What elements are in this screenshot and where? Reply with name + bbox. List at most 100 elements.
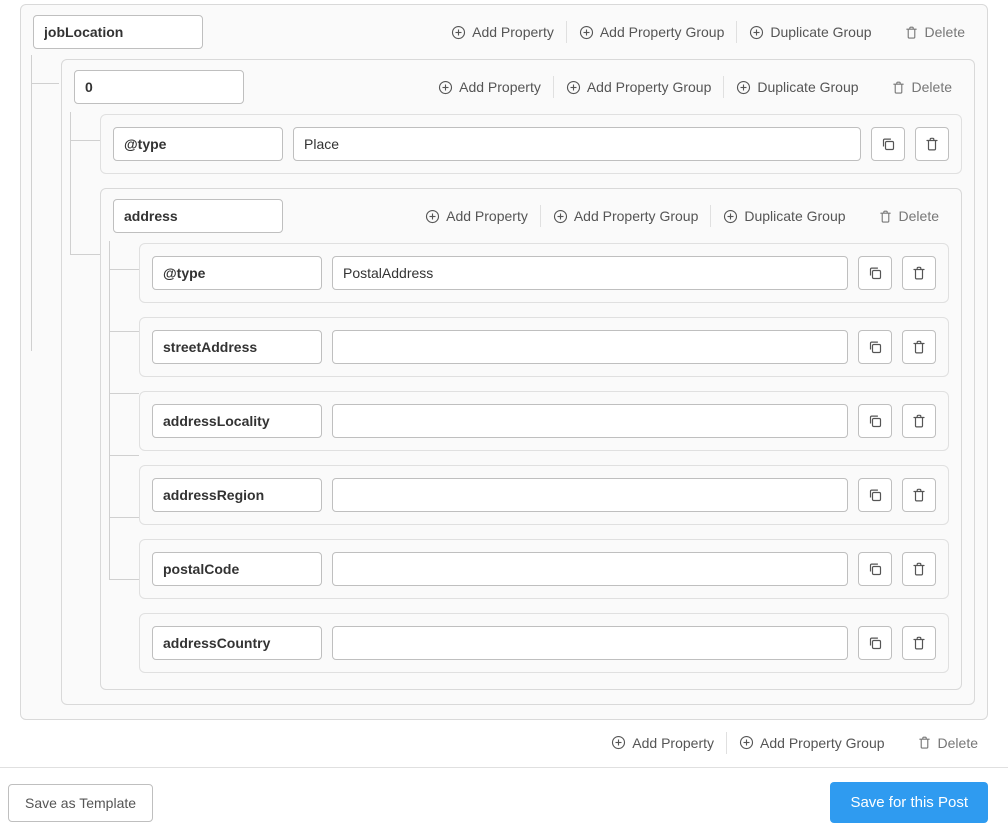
plus-circle-icon <box>611 735 626 750</box>
property-key-input[interactable] <box>152 478 322 512</box>
property-key-input[interactable] <box>113 127 283 161</box>
delete-property-button[interactable] <box>915 127 949 161</box>
property-row-type <box>100 114 962 174</box>
plus-circle-icon <box>566 80 581 95</box>
delete-button-footer[interactable]: Delete <box>907 730 988 755</box>
plus-circle-icon <box>451 25 466 40</box>
delete-label: Delete <box>925 24 965 40</box>
trash-icon <box>911 635 927 651</box>
property-value-input[interactable] <box>332 330 848 364</box>
add-property-label: Add Property <box>459 79 541 95</box>
copy-property-button[interactable] <box>858 552 892 586</box>
property-row-postal-code <box>139 539 949 599</box>
trash-icon <box>891 79 906 96</box>
delete-property-button[interactable] <box>902 626 936 660</box>
add-property-group-button[interactable]: Add Property Group <box>554 75 724 99</box>
add-property-group-label: Add Property Group <box>587 79 712 95</box>
bottom-bar: Save as Template Save for this Post <box>0 767 1008 823</box>
footer-actions: Add Property Add Property Group Delete <box>0 720 1008 767</box>
save-template-button[interactable]: Save as Template <box>8 784 153 822</box>
plus-circle-icon <box>438 80 453 95</box>
plus-circle-icon <box>553 209 568 224</box>
trash-icon <box>917 734 932 751</box>
property-value-input[interactable] <box>293 127 861 161</box>
duplicate-group-label: Duplicate Group <box>770 24 871 40</box>
property-key-input[interactable] <box>152 404 322 438</box>
save-for-post-button[interactable]: Save for this Post <box>830 782 988 823</box>
delete-group-button[interactable]: Delete <box>881 75 962 100</box>
trash-icon <box>911 561 927 577</box>
property-value-input[interactable] <box>332 626 848 660</box>
copy-property-button[interactable] <box>858 256 892 290</box>
add-property-group-label: Add Property Group <box>760 735 885 751</box>
copy-property-button[interactable] <box>858 478 892 512</box>
delete-group-button[interactable]: Delete <box>868 204 949 229</box>
group-key-input-address[interactable] <box>113 199 283 233</box>
copy-property-button[interactable] <box>858 626 892 660</box>
duplicate-group-button[interactable]: Duplicate Group <box>737 20 883 44</box>
plus-circle-icon <box>579 25 594 40</box>
property-value-input[interactable] <box>332 256 848 290</box>
property-row-street-address <box>139 317 949 377</box>
delete-property-button[interactable] <box>902 552 936 586</box>
copy-icon <box>867 561 883 577</box>
duplicate-group-label: Duplicate Group <box>744 208 845 224</box>
group-actions-index-0: Add Property Add Property Group Duplicat… <box>426 75 962 100</box>
delete-property-button[interactable] <box>902 478 936 512</box>
plus-circle-icon <box>739 735 754 750</box>
copy-property-button[interactable] <box>858 404 892 438</box>
property-value-input[interactable] <box>332 478 848 512</box>
copy-icon <box>880 136 896 152</box>
trash-icon <box>878 208 893 225</box>
duplicate-group-button[interactable]: Duplicate Group <box>724 75 870 99</box>
plus-circle-icon <box>425 209 440 224</box>
trash-icon <box>911 265 927 281</box>
delete-group-button[interactable]: Delete <box>894 20 975 45</box>
trash-icon <box>911 487 927 503</box>
property-key-input[interactable] <box>152 256 322 290</box>
delete-label: Delete <box>938 735 978 751</box>
property-key-input[interactable] <box>152 330 322 364</box>
group-actions-joblocation: Add Property Add Property Group Duplicat… <box>439 20 975 45</box>
add-property-group-button[interactable]: Add Property Group <box>567 20 737 44</box>
group-actions-address: Add Property Add Property Group <box>413 204 949 229</box>
copy-icon <box>867 339 883 355</box>
add-property-button-footer[interactable]: Add Property <box>599 731 726 755</box>
property-row-address-country <box>139 613 949 673</box>
delete-property-button[interactable] <box>902 404 936 438</box>
plus-circle-icon <box>749 25 764 40</box>
trash-icon <box>904 24 919 41</box>
property-value-input[interactable] <box>332 404 848 438</box>
group-index-0: Add Property Add Property Group Duplicat… <box>61 59 975 705</box>
group-key-input-index-0[interactable] <box>74 70 244 104</box>
trash-icon <box>911 413 927 429</box>
delete-property-button[interactable] <box>902 330 936 364</box>
add-property-group-button[interactable]: Add Property Group <box>541 204 711 228</box>
property-key-input[interactable] <box>152 626 322 660</box>
copy-icon <box>867 413 883 429</box>
group-joblocation: Add Property Add Property Group Duplicat… <box>20 4 988 720</box>
duplicate-group-button[interactable]: Duplicate Group <box>711 204 857 228</box>
group-key-input-joblocation[interactable] <box>33 15 203 49</box>
add-property-label: Add Property <box>632 735 714 751</box>
add-property-group-button-footer[interactable]: Add Property Group <box>727 731 897 755</box>
trash-icon <box>911 339 927 355</box>
add-property-label: Add Property <box>472 24 554 40</box>
plus-circle-icon <box>736 80 751 95</box>
copy-icon <box>867 635 883 651</box>
property-row-address-region <box>139 465 949 525</box>
plus-circle-icon <box>723 209 738 224</box>
add-property-group-label: Add Property Group <box>600 24 725 40</box>
property-value-input[interactable] <box>332 552 848 586</box>
add-property-button[interactable]: Add Property <box>439 20 566 44</box>
add-property-button[interactable]: Add Property <box>413 204 540 228</box>
add-property-button[interactable]: Add Property <box>426 75 553 99</box>
delete-property-button[interactable] <box>902 256 936 290</box>
property-key-input[interactable] <box>152 552 322 586</box>
copy-icon <box>867 487 883 503</box>
add-property-label: Add Property <box>446 208 528 224</box>
duplicate-group-label: Duplicate Group <box>757 79 858 95</box>
delete-label: Delete <box>912 79 952 95</box>
copy-property-button[interactable] <box>871 127 905 161</box>
copy-property-button[interactable] <box>858 330 892 364</box>
